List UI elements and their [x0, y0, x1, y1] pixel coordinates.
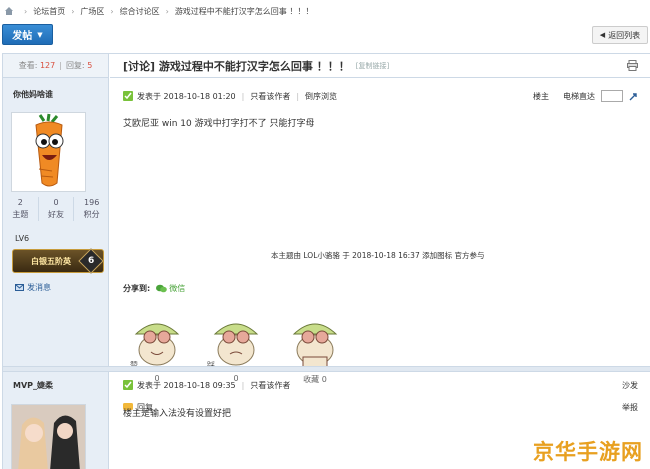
author-name[interactable]: 你他妈啥谁: [13, 89, 53, 100]
home-icon[interactable]: [4, 6, 14, 16]
reverse-order-link[interactable]: 倒序浏览: [305, 91, 337, 102]
stat-friends[interactable]: 0 好友: [39, 197, 75, 221]
user-level: LV6: [15, 234, 30, 243]
moderation-notice: 本主题由 LOL小骆骆 于 2018-10-18 16:37 添加图标 官方参与: [271, 251, 485, 260]
stat-value: 2: [17, 198, 23, 207]
floor-label: 楼主: [533, 91, 549, 101]
views-count: 127: [39, 61, 56, 70]
divider: |: [241, 380, 245, 390]
report-button[interactable]: 举报: [622, 402, 638, 413]
rank-badge: 白银五阶英 6: [12, 248, 104, 274]
send-message-label: 发消息: [27, 283, 51, 292]
only-author-link[interactable]: 只看该作者: [250, 380, 290, 391]
breadcrumb-general[interactable]: 综合讨论区: [120, 6, 160, 17]
envelope-icon: [15, 284, 24, 291]
post-divider: [3, 366, 650, 372]
post-meta: 发表于 2018-10-18 09:35 | 只看该作者 沙发: [110, 376, 650, 394]
author-stats: 2 主题 0 好友 196 积分: [3, 197, 109, 221]
jump-label: 电梯直达: [563, 91, 595, 101]
stat-value: 196: [84, 198, 100, 207]
thread-title: [讨论] 游戏过程中不能打汉字怎么回事 ！！！: [123, 59, 350, 73]
divider: |: [241, 91, 245, 101]
rank-number: 6: [87, 255, 95, 266]
avatar[interactable]: [11, 112, 86, 192]
divider: |: [59, 61, 62, 70]
rank-badge-number: 6: [78, 248, 104, 274]
post-meta: 发表于 2018-10-18 01:20 | 只看该作者 | 倒序浏览 楼主 电…: [110, 87, 650, 105]
site-watermark-logo: 京华手游网: [533, 440, 643, 464]
breadcrumb-separator: ›: [24, 6, 28, 16]
breadcrumb-separator: ›: [71, 6, 75, 16]
floor-controls: 楼主 电梯直达: [533, 90, 638, 102]
share-label: 分享到:: [123, 284, 151, 293]
wechat-label: 微信: [169, 284, 186, 293]
replies-label: 回复:: [65, 61, 85, 70]
post-time: 发表于 2018-10-18 01:20: [137, 91, 236, 101]
stat-topics[interactable]: 2 主题: [3, 197, 39, 221]
stat-points[interactable]: 196 积分: [74, 197, 109, 221]
teemo-emote-image: [213, 323, 259, 366]
new-post-button[interactable]: 发帖 ▼: [2, 24, 53, 45]
thread-title-bar: [讨论] 游戏过程中不能打汉字怎么回事 ！！！ [复制链接]: [110, 54, 650, 78]
chevron-down-icon: ▼: [37, 30, 43, 39]
breadcrumb-square[interactable]: 广场区: [80, 6, 104, 17]
anime-avatar-image: [12, 405, 85, 469]
views-label: 查看:: [18, 61, 38, 70]
wechat-icon: [156, 284, 168, 293]
stat-value: 0: [53, 198, 59, 207]
floor-label: 沙发: [622, 380, 638, 390]
breadcrumb: › 论坛首页 › 广场区 › 综合讨论区 › 游戏过程中不能打汉字怎么回事 ！！…: [0, 0, 650, 22]
back-to-list-button[interactable]: ◀ 返回列表: [592, 26, 648, 44]
floor-jump-input[interactable]: [601, 90, 623, 102]
divider: |: [296, 91, 300, 101]
thread-stats: 查看: 127 | 回复: 5: [3, 54, 108, 78]
breadcrumb-separator: ›: [165, 6, 169, 16]
print-icon[interactable]: [627, 60, 638, 71]
only-author-link[interactable]: 只看该作者: [250, 91, 290, 102]
post-content: 艾欧尼亚 win 10 游戏中打字打不了 只能打字母: [123, 119, 315, 129]
breadcrumb-forum-home[interactable]: 论坛首页: [33, 6, 65, 17]
author-sidebar: 查看: 127 | 回复: 5 你他妈啥谁 2 主题 0 好友 196 积分 LV6: [3, 54, 109, 469]
carrot-avatar-image: [35, 113, 64, 187]
post-icon: [123, 380, 133, 390]
copy-link-button[interactable]: [复制链接]: [356, 61, 389, 71]
replies-count: 5: [87, 61, 93, 70]
new-post-label: 发帖: [12, 31, 33, 42]
post-content: 楼主是输入法没有设置好把: [123, 409, 232, 419]
stat-label: 主题: [12, 210, 29, 219]
back-to-list-label: 返回列表: [608, 30, 641, 40]
stat-label: 积分: [83, 210, 100, 219]
share-wechat-button[interactable]: 微信: [156, 283, 185, 294]
rank-badge-label: 白银五阶英: [31, 256, 71, 266]
send-message-link[interactable]: 发消息: [15, 282, 51, 293]
chevron-left-icon: ◀: [599, 31, 606, 39]
post-icon: [123, 91, 133, 101]
avatar[interactable]: [11, 404, 86, 469]
breadcrumb-separator: ›: [110, 6, 114, 16]
breadcrumb-thread: 游戏过程中不能打汉字怎么回事 ！！！: [174, 6, 314, 16]
post-time: 发表于 2018-10-18 09:35: [137, 380, 236, 390]
author-name[interactable]: MVP_婕柔: [13, 380, 53, 391]
thread-frame: 查看: 127 | 回复: 5 你他妈啥谁 2 主题 0 好友 196 积分 LV6: [2, 53, 650, 469]
share-bar: 分享到: 微信: [123, 283, 185, 294]
go-arrow-icon[interactable]: [629, 92, 638, 101]
teemo-emote-image: [292, 323, 338, 368]
stat-label: 好友: [48, 210, 64, 219]
floor-controls: 沙发: [622, 380, 638, 391]
